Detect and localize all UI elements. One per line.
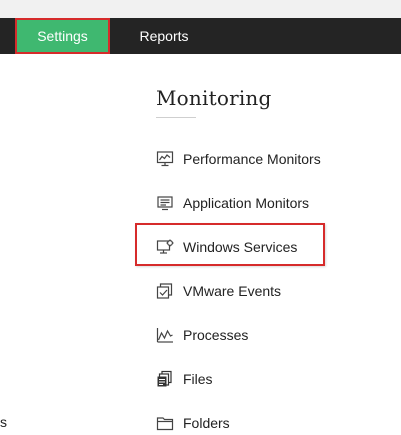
- top-strip: [0, 0, 401, 18]
- application-monitor-icon: [156, 194, 174, 212]
- menu-item-label: Performance Monitors: [183, 151, 321, 167]
- folders-icon: [156, 414, 174, 432]
- title-underline: [156, 117, 196, 118]
- menu-item-folders[interactable]: Folders: [156, 412, 230, 434]
- menu-item-processes[interactable]: Processes: [156, 324, 248, 346]
- menu-item-label: VMware Events: [183, 283, 282, 299]
- vmware-events-icon: [156, 282, 174, 300]
- menu-item-files[interactable]: Files: [156, 368, 213, 390]
- menu-item-label: Application Monitors: [183, 195, 310, 211]
- top-navbar: Settings Reports: [0, 18, 401, 54]
- menu-item-windows-services[interactable]: Windows Services: [156, 236, 297, 258]
- menu-item-label: Processes: [183, 327, 249, 343]
- windows-services-icon: [156, 238, 174, 256]
- menu-item-label: Folders: [183, 415, 230, 431]
- files-icon: [156, 370, 174, 388]
- menu-item-label: Files: [183, 371, 213, 387]
- left-panel-text-fragment: s: [0, 414, 7, 430]
- tab-settings[interactable]: Settings: [15, 18, 110, 54]
- menu-item-label: Windows Services: [183, 239, 298, 255]
- menu-item-vmware-events[interactable]: VMware Events: [156, 280, 281, 302]
- processes-icon: [156, 326, 174, 344]
- menu-item-application-monitors[interactable]: Application Monitors: [156, 192, 309, 214]
- tab-reports[interactable]: Reports: [124, 18, 204, 54]
- section-title: Monitoring: [156, 86, 272, 110]
- performance-monitor-icon: [156, 150, 174, 168]
- menu-item-performance-monitors[interactable]: Performance Monitors: [156, 148, 321, 170]
